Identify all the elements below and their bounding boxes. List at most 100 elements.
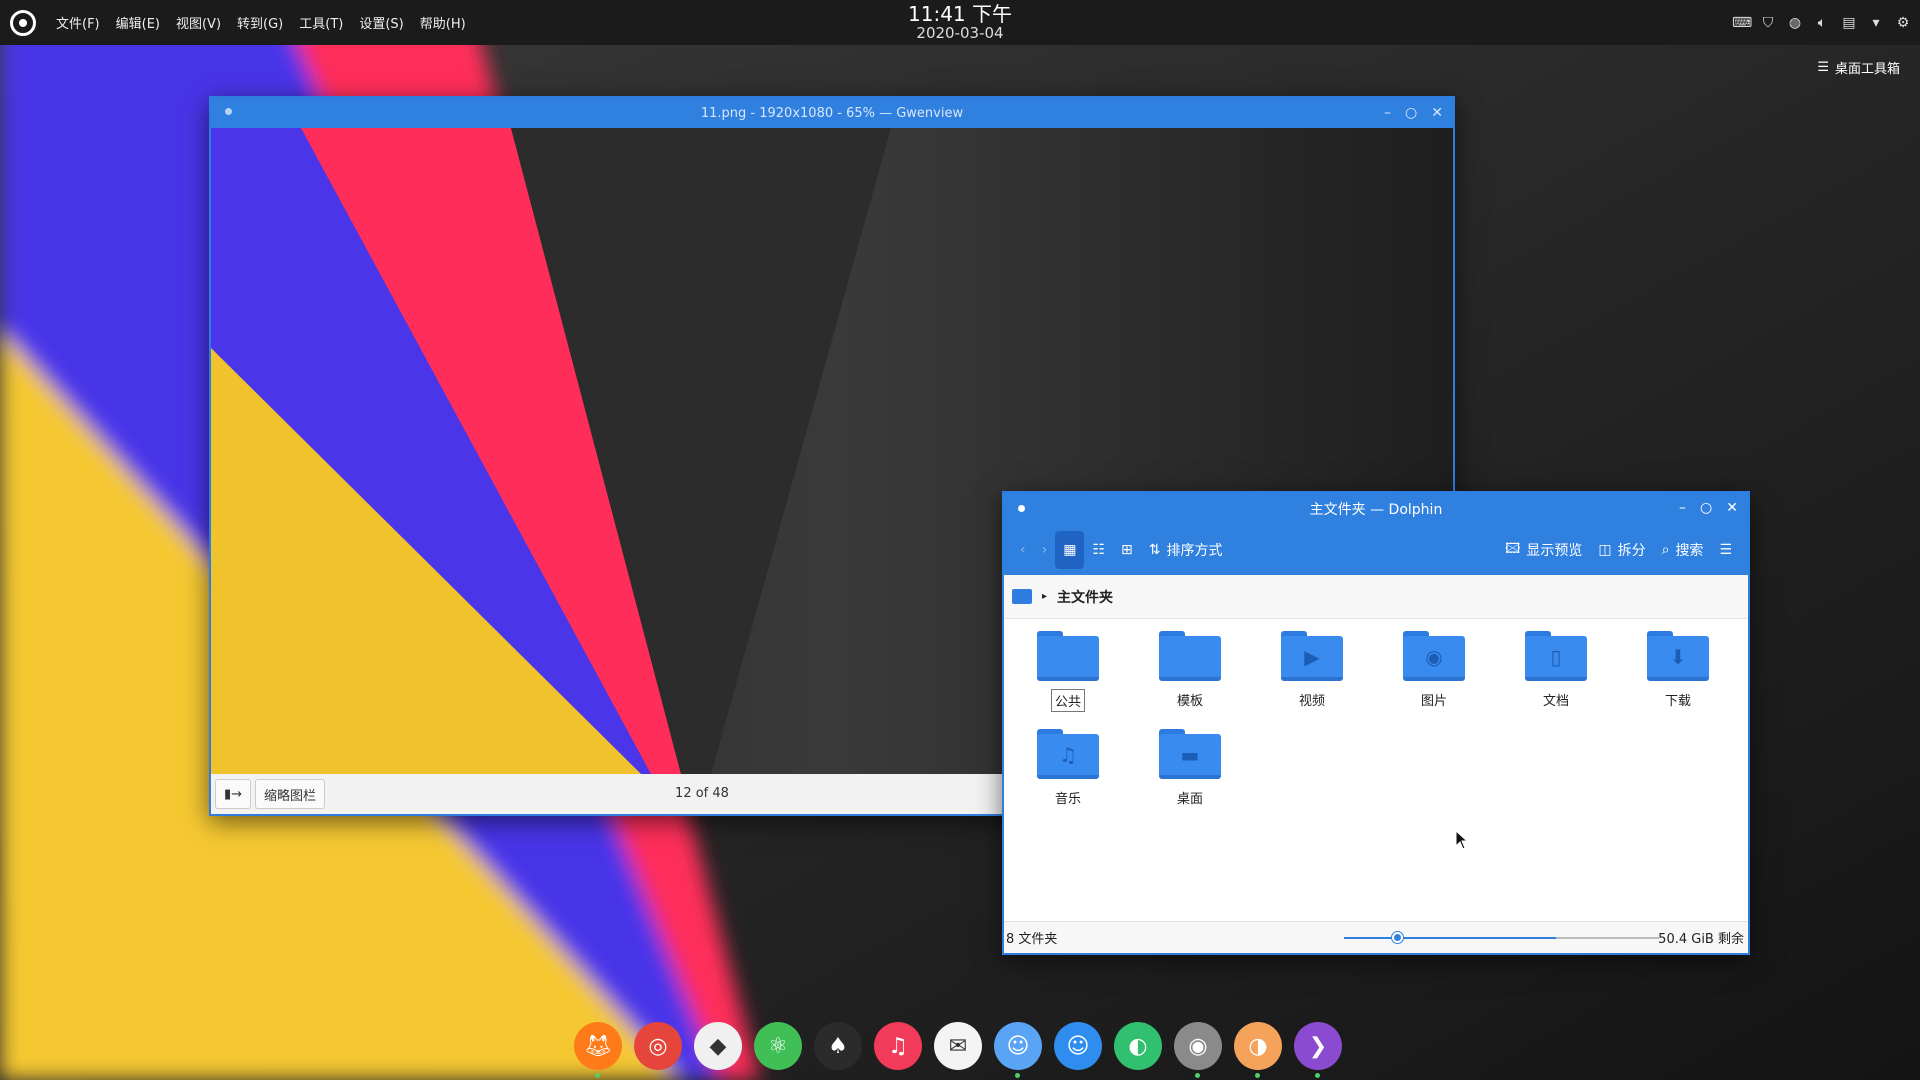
menu-view[interactable]: 视图(V): [168, 13, 229, 32]
split-icon: ◫: [1598, 542, 1612, 558]
desktop-toolbox-button[interactable]: ☰ 桌面工具箱: [1817, 58, 1900, 77]
dock-app-firefox[interactable]: 🦊︎: [574, 1022, 622, 1078]
dock-app-disk-utility[interactable]: ◉: [1174, 1022, 1222, 1078]
mail-icon: ✉: [948, 1033, 968, 1059]
close-icon[interactable]: ✕: [1431, 105, 1443, 121]
file-view[interactable]: 公共 模板 ▶ 视频 ◉ 图片 ▯ 文档 ⬇ 下载 ♫ 音乐 ▬ 桌面: [1004, 619, 1748, 925]
sort-button[interactable]: ⇅ 排序方式: [1141, 531, 1231, 569]
folder-label: 图片: [1420, 694, 1447, 709]
folder-item[interactable]: ▬ 桌面: [1140, 729, 1240, 808]
gwenview-titlebar[interactable]: 11.png - 1920x1080 - 65% — Gwenview – ○ …: [211, 98, 1453, 128]
expand-arrow-icon[interactable]: ▾: [1867, 15, 1885, 31]
running-indicator: [1195, 1073, 1200, 1078]
folder-label: 模板: [1176, 694, 1203, 709]
breadcrumb-home[interactable]: 主文件夹: [1057, 587, 1113, 607]
details-view-icon: ⊞: [1121, 542, 1133, 558]
zoom-slider[interactable]: [1344, 932, 1544, 943]
dock-app-inkscape[interactable]: ♠: [814, 1022, 862, 1070]
zoom-slider-knob[interactable]: [1392, 932, 1403, 943]
folder-item[interactable]: ♫ 音乐: [1018, 729, 1118, 808]
global-menu: 文件(F) 编辑(E) 视图(V) 转到(G) 工具(T) 设置(S) 帮助(H…: [48, 13, 474, 32]
minimize-icon[interactable]: –: [1384, 105, 1391, 121]
folder-label: 视频: [1298, 694, 1325, 709]
breadcrumb-separator-icon[interactable]: ▸: [1042, 591, 1047, 602]
folder-icon: [1159, 631, 1221, 681]
location-bar[interactable]: ▸ 主文件夹: [1004, 575, 1748, 619]
atom-icon: ⚛: [768, 1033, 788, 1059]
disk-space-fill: [1544, 937, 1556, 939]
dolphin-title: 主文件夹 — Dolphin: [1309, 502, 1443, 518]
folder-icon: ▬: [1159, 729, 1221, 779]
folder-label: 公共: [1050, 689, 1085, 712]
folder-item[interactable]: ▶ 视频: [1262, 631, 1362, 710]
icons-view-button[interactable]: ▦: [1055, 531, 1085, 569]
menu-go[interactable]: 转到(G): [229, 13, 291, 32]
minimize-icon[interactable]: –: [1679, 500, 1686, 516]
hamburger-menu-button[interactable]: ☰: [1711, 531, 1740, 569]
folder-item[interactable]: 模板: [1140, 631, 1240, 710]
visual-studio-icon: ❯: [1308, 1033, 1328, 1059]
menu-edit[interactable]: 编辑(E): [108, 13, 168, 32]
dolphin-window: 主文件夹 — Dolphin – ○ ✕ ‹ › ▦ ☷ ⊞ ⇅ 排序方式 🖾 …: [1002, 491, 1750, 955]
dock-app-finder-2[interactable]: ☺: [1054, 1022, 1102, 1070]
network-icon[interactable]: ◍: [1786, 15, 1804, 31]
folder-icon: [1012, 589, 1032, 604]
folder-icon: ◉: [1403, 631, 1465, 681]
split-button[interactable]: ◫ 拆分: [1590, 531, 1653, 569]
firefox-icon: 🦊︎: [584, 1033, 612, 1059]
folder-item[interactable]: ◉ 图片: [1384, 631, 1484, 710]
dock-app-github[interactable]: ◆: [694, 1022, 742, 1070]
maximize-icon[interactable]: ○: [1700, 500, 1712, 516]
finder-icon: ☺: [1006, 1033, 1030, 1059]
show-preview-button[interactable]: 🖾 显示预览: [1497, 531, 1590, 569]
settings-icon[interactable]: ⚙: [1894, 15, 1912, 31]
disk-utility-icon: ◉: [1188, 1033, 1208, 1059]
compact-view-button[interactable]: ☷: [1084, 531, 1113, 569]
folder-item[interactable]: ▯ 文档: [1506, 631, 1606, 710]
dock-app-photos[interactable]: ◑: [1234, 1022, 1282, 1078]
forward-button[interactable]: ›: [1034, 531, 1056, 569]
menu-settings[interactable]: 设置(S): [351, 13, 411, 32]
folder-item[interactable]: ⬇ 下载: [1628, 631, 1728, 710]
dock-app-mail[interactable]: ✉: [934, 1022, 982, 1070]
folder-count: 8 文件夹: [1006, 932, 1058, 947]
top-panel: 文件(F) 编辑(E) 视图(V) 转到(G) 工具(T) 设置(S) 帮助(H…: [0, 0, 1920, 45]
folder-icon: ♫: [1037, 729, 1099, 779]
free-space: 50.4 GiB 剩余: [1658, 932, 1744, 947]
window-menu-icon[interactable]: [225, 108, 232, 115]
window-menu-icon[interactable]: [1018, 505, 1025, 512]
dock-app-visual-studio[interactable]: ❯: [1294, 1022, 1342, 1078]
hamburger-icon: ☰: [1817, 60, 1829, 75]
close-icon[interactable]: ✕: [1726, 500, 1738, 516]
dock: 🦊︎ ◎ ◆ ⚛ ♠ ♫ ✉ ☺ ☺ ◐ ◉ ◑ ❯: [574, 1022, 1342, 1078]
dock-app-chrome[interactable]: ◎: [634, 1022, 682, 1070]
dock-app-music[interactable]: ♫: [874, 1022, 922, 1070]
dock-app-atom[interactable]: ⚛: [754, 1022, 802, 1070]
shield-icon[interactable]: ⛉: [1759, 15, 1777, 31]
gwenview-title: 11.png - 1920x1080 - 65% — Gwenview: [700, 105, 964, 121]
clipboard-icon[interactable]: ▤: [1840, 15, 1858, 31]
dock-app-finder[interactable]: ☺: [994, 1022, 1042, 1078]
maximize-icon[interactable]: ○: [1405, 105, 1417, 121]
folder-item[interactable]: 公共: [1018, 631, 1118, 712]
menu-help[interactable]: 帮助(H): [412, 13, 474, 32]
volume-icon[interactable]: 🔈︎: [1813, 15, 1831, 31]
dock-app-colors[interactable]: ◐: [1114, 1022, 1162, 1070]
forward-icon: ›: [1041, 542, 1048, 558]
details-view-button[interactable]: ⊞: [1113, 531, 1141, 569]
search-button[interactable]: ⌕ 搜索: [1654, 531, 1712, 569]
running-indicator: [595, 1073, 600, 1078]
menu-file[interactable]: 文件(F): [48, 13, 108, 32]
folder-label: 文档: [1542, 694, 1569, 709]
menu-tools[interactable]: 工具(T): [291, 13, 351, 32]
photos-icon: ◑: [1248, 1033, 1268, 1059]
launcher-icon[interactable]: [10, 9, 36, 36]
back-button[interactable]: ‹: [1012, 531, 1034, 569]
running-indicator: [1255, 1073, 1260, 1078]
dolphin-titlebar[interactable]: 主文件夹 — Dolphin – ○ ✕: [1004, 493, 1748, 525]
running-indicator: [1315, 1073, 1320, 1078]
folder-icon: ⬇: [1647, 631, 1709, 681]
keyboard-icon[interactable]: ⌨: [1732, 15, 1752, 31]
folder-icon: [1037, 631, 1099, 681]
colors-icon: ◐: [1128, 1033, 1148, 1059]
